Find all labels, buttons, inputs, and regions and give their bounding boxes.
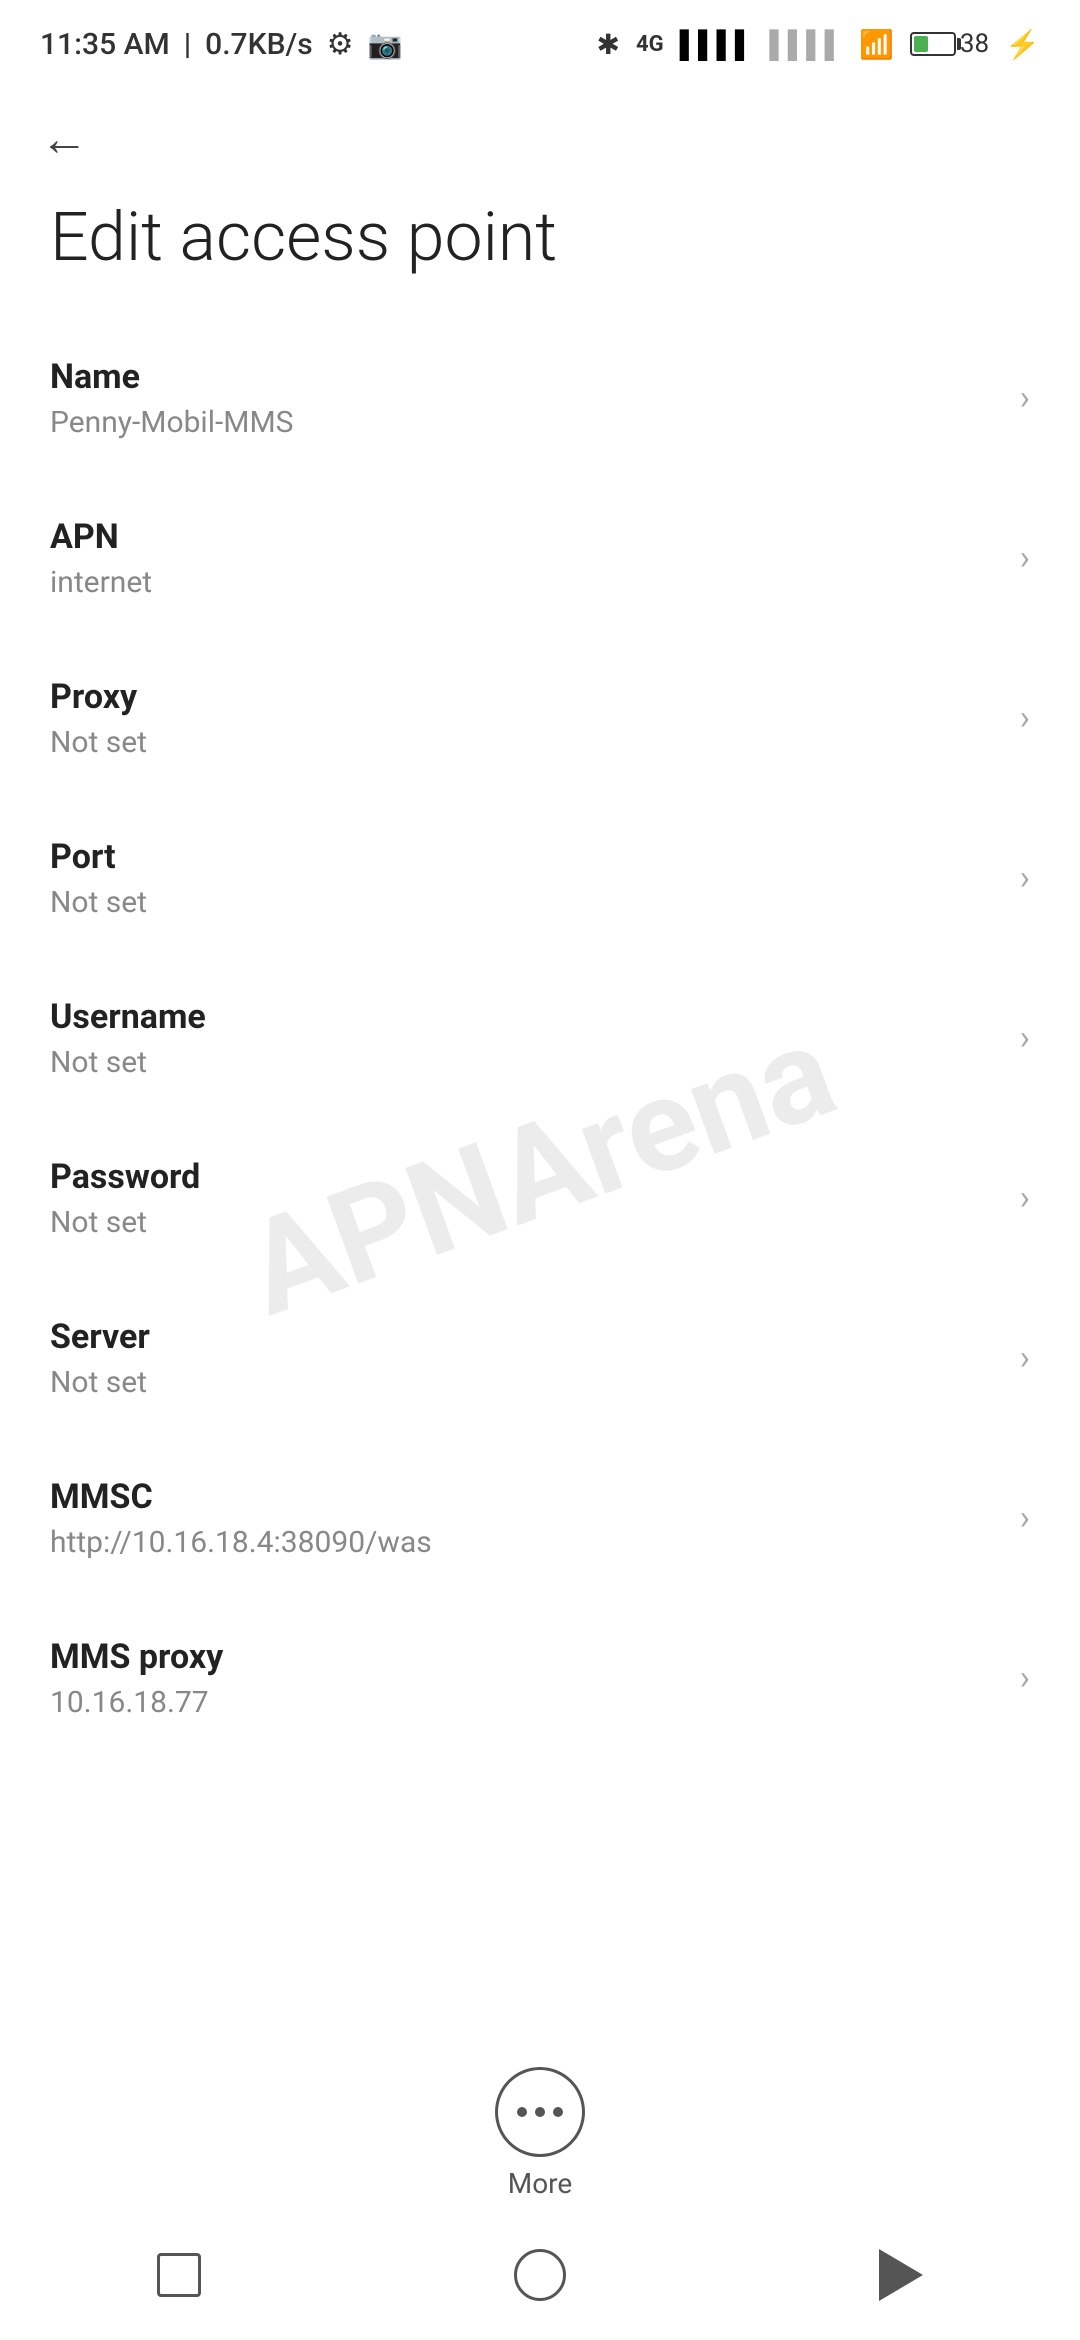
chevron-icon-password: › — [1020, 1178, 1030, 1218]
settings-item-content-port: Port Not set — [50, 837, 1000, 920]
settings-item-password[interactable]: Password Not set › — [50, 1119, 1030, 1279]
settings-item-mms-proxy[interactable]: MMS proxy 10.16.18.77 › — [50, 1599, 1030, 1759]
more-button[interactable] — [495, 2067, 585, 2157]
chevron-icon-mmsc: › — [1020, 1498, 1030, 1538]
chevron-icon-username: › — [1020, 1018, 1030, 1058]
signal-bars2-icon: ▌▌▌▌ — [769, 29, 843, 60]
home-icon — [514, 2249, 566, 2301]
settings-icon: ⚙ — [327, 27, 354, 62]
chevron-icon-server: › — [1020, 1338, 1030, 1378]
settings-item-mmsc[interactable]: MMSC http://10.16.18.4:38090/was › — [50, 1439, 1030, 1599]
recent-apps-icon — [157, 2253, 201, 2297]
settings-item-value-username: Not set — [50, 1045, 1000, 1080]
settings-item-value-proxy: Not set — [50, 725, 1000, 760]
status-right: ✱ 4G ▌▌▌▌ ▌▌▌▌ 📶 38 ⚡ — [597, 28, 1040, 61]
page-title: Edit access point — [0, 177, 1080, 319]
time-display: 11:35 AM — [40, 27, 170, 62]
settings-item-label-proxy: Proxy — [50, 677, 1000, 717]
settings-item-value-mmsc: http://10.16.18.4:38090/was — [50, 1525, 1000, 1560]
nav-back-button[interactable] — [879, 2249, 923, 2301]
settings-item-port[interactable]: Port Not set › — [50, 799, 1030, 959]
settings-item-label-mmsc: MMSC — [50, 1477, 1000, 1517]
battery-indicator: 38 — [910, 29, 989, 59]
settings-item-label-apn: APN — [50, 517, 1000, 557]
settings-item-proxy[interactable]: Proxy Not set › — [50, 639, 1030, 799]
nav-bar — [0, 2210, 1080, 2340]
status-bar: 11:35 AM | 0.7KB/s ⚙ 📷 ✱ 4G ▌▌▌▌ ▌▌▌▌ 📶 … — [0, 0, 1080, 80]
settings-item-value-server: Not set — [50, 1365, 1000, 1400]
settings-item-value-name: Penny-Mobil-MMS — [50, 405, 1000, 440]
settings-item-label-mms-proxy: MMS proxy — [50, 1637, 1000, 1677]
settings-item-value-port: Not set — [50, 885, 1000, 920]
settings-item-value-apn: internet — [50, 565, 1000, 600]
data-speed: 0.7KB/s — [205, 27, 312, 62]
settings-item-value-password: Not set — [50, 1205, 1000, 1240]
back-icon — [879, 2249, 923, 2301]
chevron-icon-port: › — [1020, 858, 1030, 898]
settings-item-server[interactable]: Server Not set › — [50, 1279, 1030, 1439]
more-dots-icon — [517, 2107, 563, 2117]
charging-icon: ⚡ — [1005, 28, 1040, 61]
settings-item-value-mms-proxy: 10.16.18.77 — [50, 1685, 1000, 1720]
settings-item-content-proxy: Proxy Not set — [50, 677, 1000, 760]
chevron-icon-apn: › — [1020, 538, 1030, 578]
status-left: 11:35 AM | 0.7KB/s ⚙ 📷 — [40, 27, 402, 62]
settings-item-content-mmsc: MMSC http://10.16.18.4:38090/was — [50, 1477, 1000, 1560]
signal-bars-icon: ▌▌▌▌ — [680, 29, 754, 60]
nav-recent-button[interactable] — [157, 2253, 201, 2297]
settings-item-apn[interactable]: APN internet › — [50, 479, 1030, 639]
settings-item-label-username: Username — [50, 997, 1000, 1037]
settings-item-content-name: Name Penny-Mobil-MMS — [50, 357, 1000, 440]
settings-list: Name Penny-Mobil-MMS › APN internet › Proxy Not… — [0, 319, 1080, 1759]
wifi-icon: 📶 — [859, 28, 894, 61]
settings-item-content-username: Username Not set — [50, 997, 1000, 1080]
more-button-container: More — [0, 2067, 1080, 2200]
signal-4g-icon: 4G — [636, 32, 664, 57]
speed-display: | — [184, 27, 191, 62]
settings-item-content-password: Password Not set — [50, 1157, 1000, 1240]
more-label: More — [508, 2167, 573, 2200]
chevron-icon-name: › — [1020, 378, 1030, 418]
settings-item-label-server: Server — [50, 1317, 1000, 1357]
settings-item-label-port: Port — [50, 837, 1000, 877]
back-button[interactable]: ← — [0, 80, 1080, 177]
settings-item-content-apn: APN internet — [50, 517, 1000, 600]
video-icon: 📷 — [368, 28, 403, 61]
bluetooth-icon: ✱ — [597, 28, 620, 61]
nav-home-button[interactable] — [514, 2249, 566, 2301]
back-arrow-icon: ← — [40, 110, 88, 167]
settings-item-label-password: Password — [50, 1157, 1000, 1197]
chevron-icon-proxy: › — [1020, 698, 1030, 738]
settings-item-label-name: Name — [50, 357, 1000, 397]
chevron-icon-mms-proxy: › — [1020, 1658, 1030, 1698]
settings-item-content-server: Server Not set — [50, 1317, 1000, 1400]
settings-item-content-mms-proxy: MMS proxy 10.16.18.77 — [50, 1637, 1000, 1720]
settings-item-name[interactable]: Name Penny-Mobil-MMS › — [50, 319, 1030, 479]
settings-item-username[interactable]: Username Not set › — [50, 959, 1030, 1119]
